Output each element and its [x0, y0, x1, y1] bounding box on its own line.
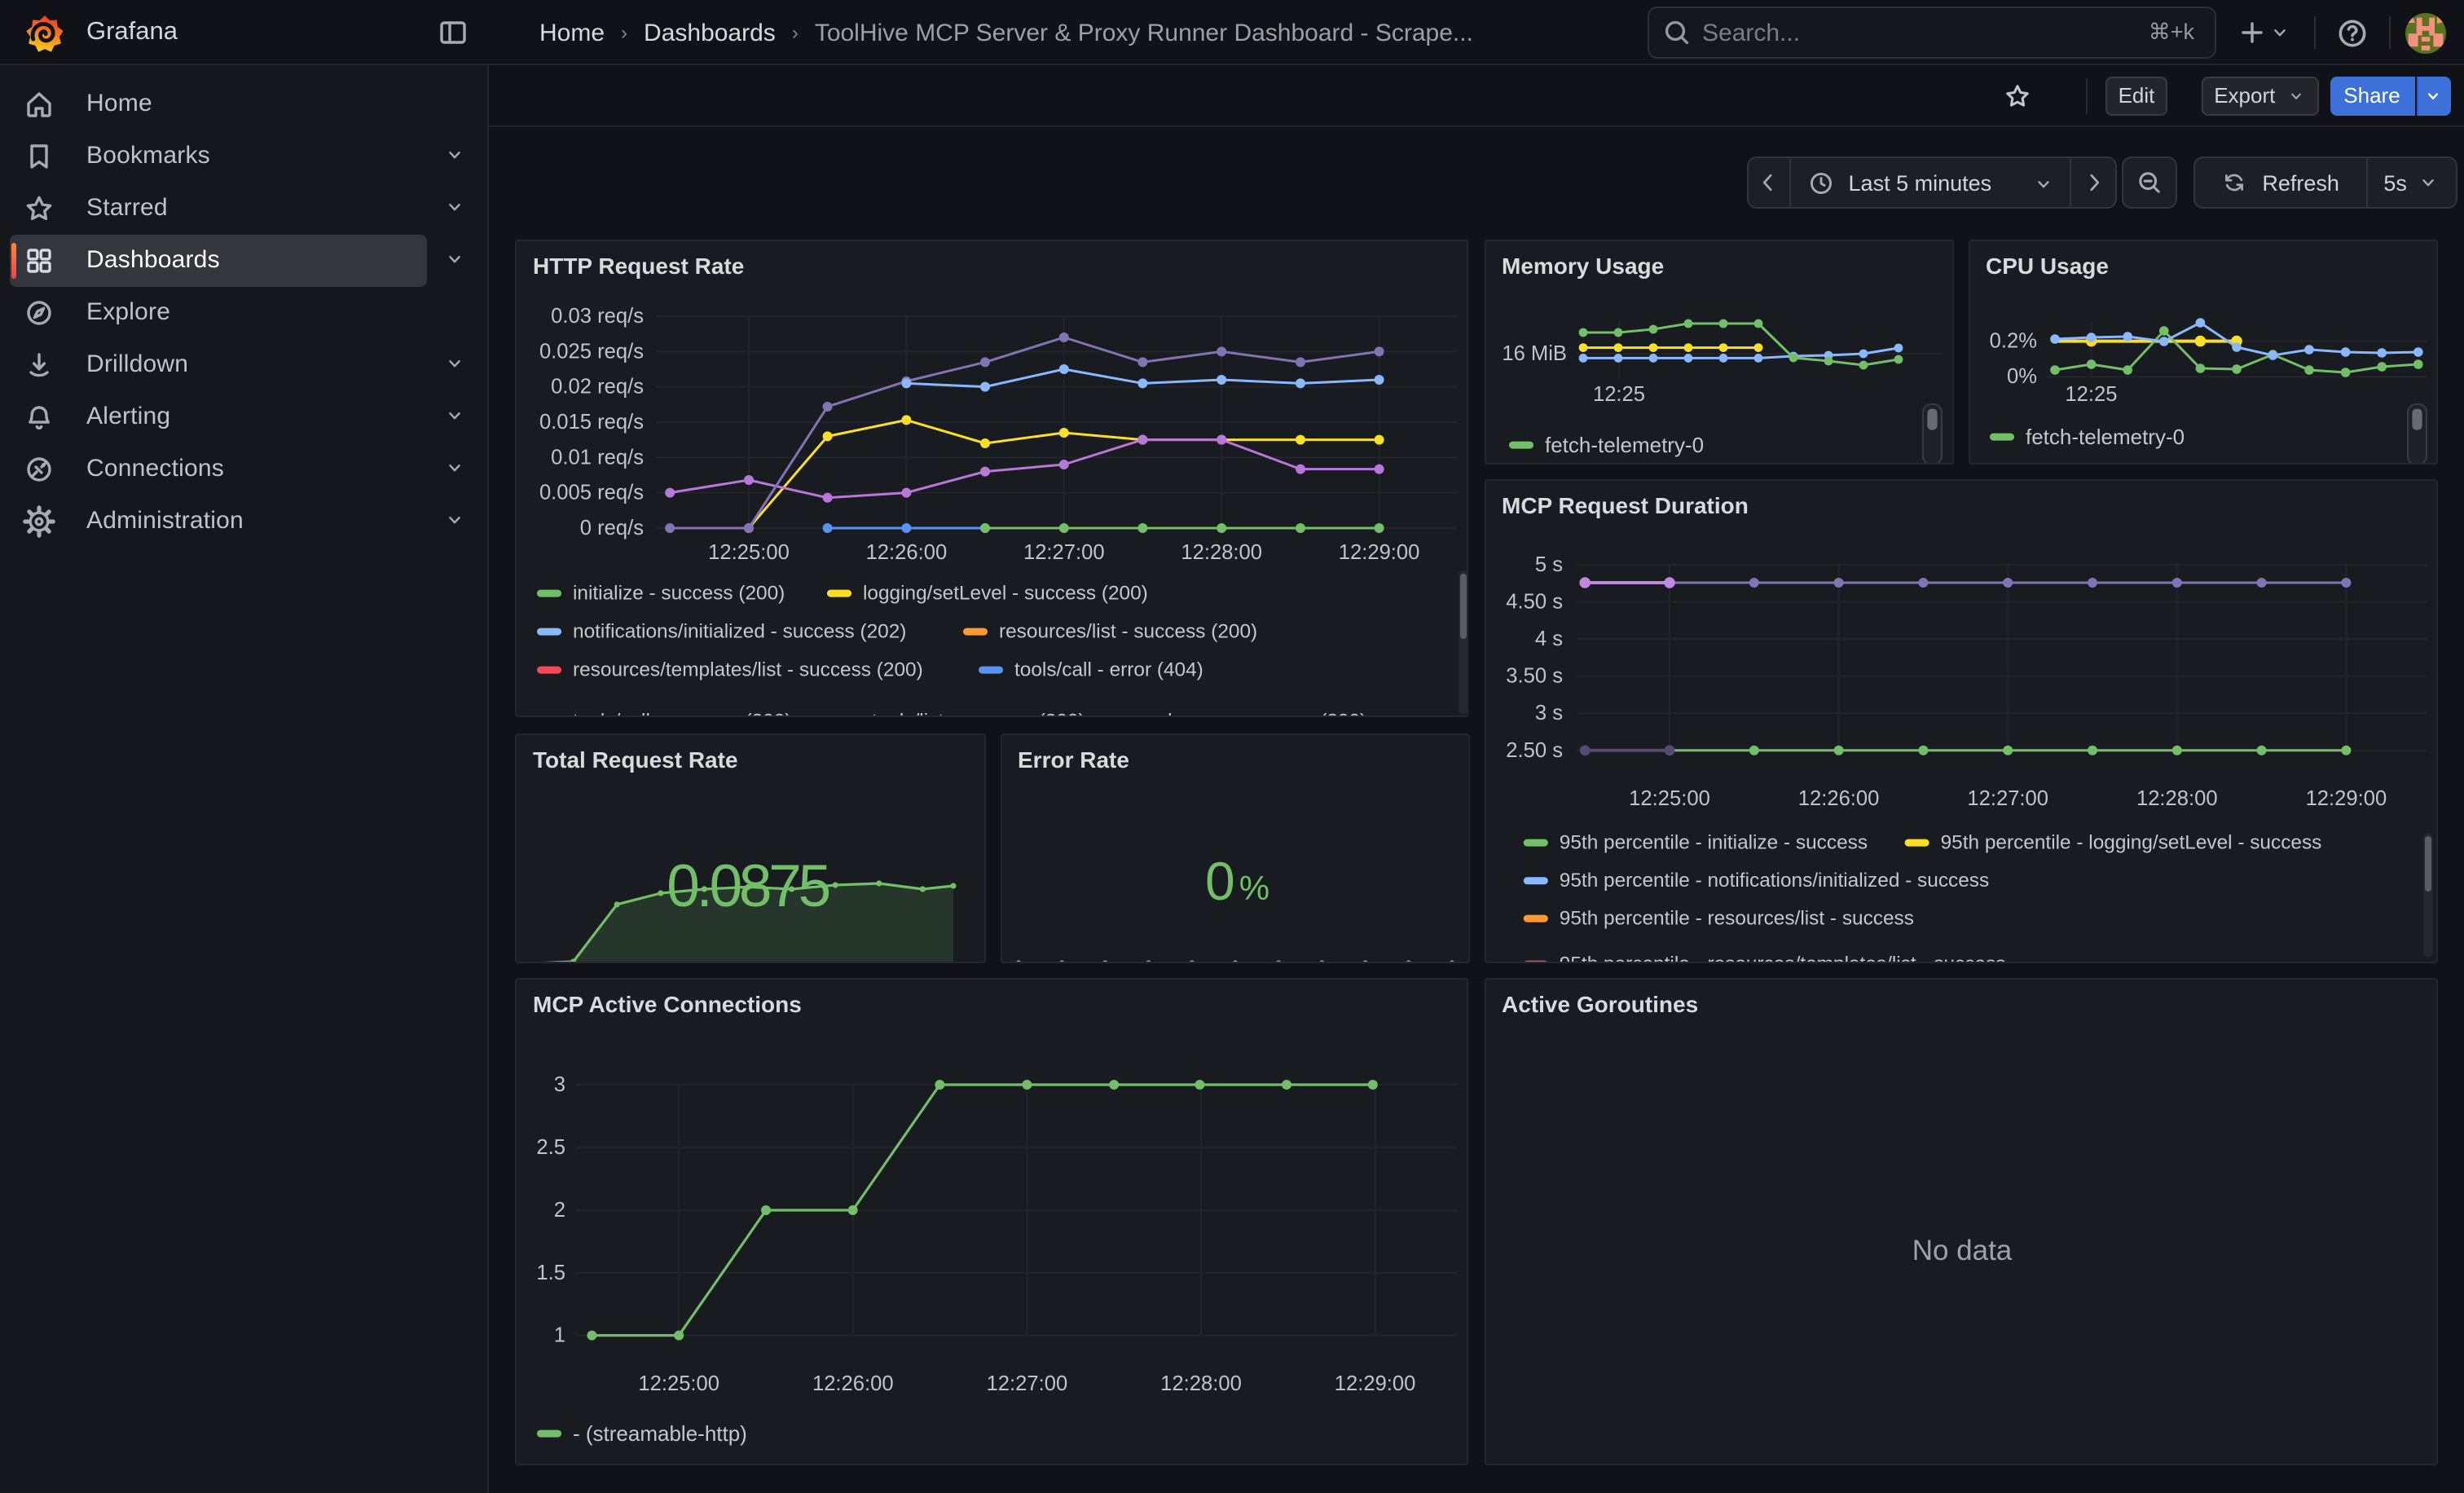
svg-text:unknown - success (200): unknown - success (200) — [1146, 711, 1366, 718]
svg-text:0.015 req/s: 0.015 req/s — [539, 411, 644, 434]
svg-text:12:26:00: 12:26:00 — [812, 1372, 894, 1394]
svg-text:3.50 s: 3.50 s — [1505, 665, 1562, 688]
svg-text:12:25: 12:25 — [2064, 383, 2116, 406]
svg-text:12:25:00: 12:25:00 — [708, 541, 790, 564]
svg-text:16 MiB: 16 MiB — [1501, 342, 1566, 365]
svg-text:4.50 s: 4.50 s — [1505, 591, 1562, 614]
svg-text:12:26:00: 12:26:00 — [866, 541, 948, 564]
svg-text:0%: 0% — [1204, 850, 1269, 910]
svg-text:fetch-telemetry-0: fetch-telemetry-0 — [2025, 425, 2184, 449]
svg-text:12:29:00: 12:29:00 — [1339, 541, 1420, 564]
svg-text:tools/list - success (200): tools/list - success (200) — [872, 711, 1085, 718]
svg-text:2.50 s: 2.50 s — [1505, 739, 1562, 762]
svg-text:3 s: 3 s — [1534, 702, 1562, 724]
svg-text:tools/call - error (404): tools/call - error (404) — [1014, 659, 1203, 681]
svg-text:initialize - success (200): initialize - success (200) — [573, 583, 785, 605]
svg-text:0.0875: 0.0875 — [667, 852, 831, 918]
svg-text:0 req/s: 0 req/s — [580, 517, 644, 540]
svg-text:95th percentile - initialize -: 95th percentile - initialize - success — [1559, 832, 1867, 854]
svg-text:notifications/initialized - su: notifications/initialized - success (202… — [573, 621, 906, 643]
svg-text:0.03 req/s: 0.03 req/s — [551, 305, 644, 328]
svg-text:0.025 req/s: 0.025 req/s — [539, 340, 644, 363]
svg-text:4 s: 4 s — [1534, 628, 1562, 650]
svg-text:0.01 req/s: 0.01 req/s — [551, 446, 644, 469]
svg-text:0.02 req/s: 0.02 req/s — [551, 376, 644, 399]
svg-text:95th percentile - resources/te: 95th percentile - resources/templates/li… — [1559, 953, 2005, 964]
svg-text:95th percentile - notification: 95th percentile - notifications/initiali… — [1559, 870, 1988, 892]
svg-text:1.5: 1.5 — [536, 1261, 565, 1284]
svg-text:95th percentile - resources/li: 95th percentile - resources/list - succe… — [1559, 908, 1913, 930]
svg-text:12:26:00: 12:26:00 — [1797, 787, 1879, 810]
svg-text:logging/setLevel - success (20: logging/setLevel - success (200) — [863, 583, 1148, 605]
svg-text:fetch-telemetry-0: fetch-telemetry-0 — [1544, 433, 1703, 457]
svg-text:resources/templates/list - suc: resources/templates/list - success (200) — [573, 659, 923, 681]
svg-text:tools/call - success (200): tools/call - success (200) — [573, 711, 791, 718]
svg-text:0.005 req/s: 0.005 req/s — [539, 482, 644, 504]
svg-text:12:29:00: 12:29:00 — [1335, 1372, 1416, 1394]
svg-text:- (streamable-http): - (streamable-http) — [573, 1420, 747, 1445]
svg-text:3: 3 — [554, 1072, 565, 1095]
svg-text:0%: 0% — [2006, 365, 2036, 388]
svg-text:2.5: 2.5 — [536, 1135, 565, 1158]
svg-text:12:25:00: 12:25:00 — [638, 1372, 719, 1394]
svg-text:95th percentile - logging/setL: 95th percentile - logging/setLevel - suc… — [1940, 832, 2321, 854]
svg-text:12:25:00: 12:25:00 — [1628, 787, 1709, 810]
svg-text:resources/list - success (200): resources/list - success (200) — [999, 621, 1257, 643]
svg-text:12:27:00: 12:27:00 — [1966, 787, 2048, 810]
svg-text:12:25: 12:25 — [1592, 383, 1644, 406]
svg-text:12:29:00: 12:29:00 — [2305, 787, 2387, 810]
svg-text:12:28:00: 12:28:00 — [1160, 1372, 1242, 1394]
svg-text:12:28:00: 12:28:00 — [1181, 541, 1262, 564]
svg-text:12:28:00: 12:28:00 — [2136, 787, 2217, 810]
svg-text:2: 2 — [554, 1198, 565, 1221]
svg-text:0.2%: 0.2% — [1989, 330, 2036, 353]
svg-text:5 s: 5 s — [1534, 553, 1562, 576]
svg-text:12:27:00: 12:27:00 — [1023, 541, 1105, 564]
svg-text:12:27:00: 12:27:00 — [987, 1372, 1068, 1394]
svg-text:1: 1 — [554, 1323, 565, 1346]
